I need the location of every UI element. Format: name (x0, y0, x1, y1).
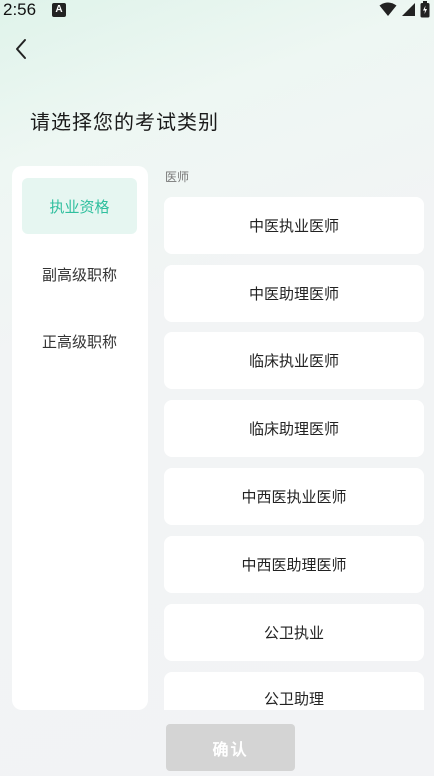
option-card[interactable]: 中医执业医师 (164, 197, 424, 254)
battery-icon (420, 0, 430, 22)
category-sidebar: 执业资格 副高级职称 正高级职称 (12, 166, 148, 710)
status-bar: 2:56 A (0, 0, 434, 24)
confirm-button[interactable]: 确认 (166, 724, 295, 771)
option-label: 中医执业医师 (248, 217, 339, 235)
option-label: 临床助理医师 (248, 420, 339, 438)
option-label: 公卫助理 (263, 690, 324, 708)
sidebar-item-senior-title[interactable]: 正高级职称 (22, 313, 137, 369)
signal-icon (401, 2, 416, 21)
option-card[interactable]: 中西医助理医师 (164, 536, 424, 593)
option-card[interactable]: 临床执业医师 (164, 332, 424, 389)
option-card[interactable]: 中西医执业医师 (164, 468, 424, 525)
option-label: 临床执业医师 (248, 352, 339, 370)
option-card[interactable]: 临床助理医师 (164, 400, 424, 457)
option-label: 中西医助理医师 (241, 556, 347, 574)
back-button[interactable] (6, 36, 36, 66)
sidebar-item-associate-senior-title[interactable]: 副高级职称 (22, 246, 137, 302)
option-card[interactable]: 公卫助理 (164, 672, 424, 710)
status-time: 2:56 (3, 0, 37, 19)
sidebar-item-label: 正高级职称 (41, 332, 117, 351)
option-label: 中医助理医师 (248, 285, 339, 303)
option-label: 中西医执业医师 (241, 488, 347, 506)
sidebar-item-label: 执业资格 (49, 197, 110, 216)
sidebar-item-practice-qualification[interactable]: 执业资格 (22, 178, 137, 234)
sidebar-item-label: 副高级职称 (41, 265, 117, 284)
page-title: 请选择您的考试类别 (30, 110, 219, 134)
option-label: 公卫执业 (263, 624, 324, 642)
notification-a-icon: A (52, 3, 66, 17)
chevron-left-icon (14, 38, 28, 64)
option-card[interactable]: 中医助理医师 (164, 265, 424, 322)
section-label: 医师 (165, 170, 190, 184)
status-icons (379, 0, 430, 22)
wifi-icon (379, 2, 397, 21)
option-card[interactable]: 公卫执业 (164, 604, 424, 661)
